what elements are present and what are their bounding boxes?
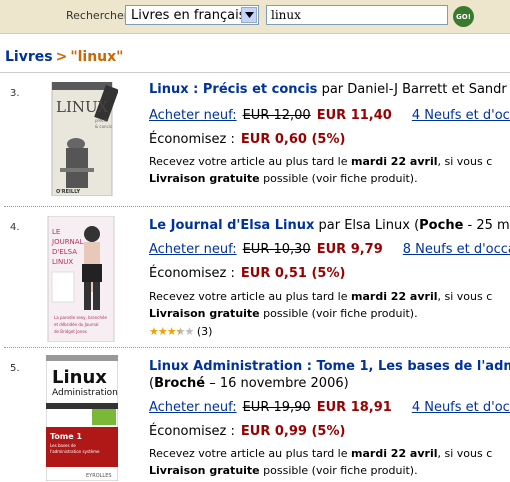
offers-link[interactable]: 8 Neufs et d'occa [403, 242, 510, 257]
svg-text:EYROLLES: EYROLLES [86, 473, 112, 479]
result-title-link[interactable]: Le Journal d'Elsa Linux [149, 218, 314, 233]
go-button[interactable]: GO! [453, 6, 474, 27]
result-number: 5. [10, 363, 20, 374]
category-select[interactable]: Livres en français [125, 5, 259, 25]
offers-link[interactable]: 4 Neufs et d'occ [412, 400, 510, 415]
book-cover-image[interactable]: Linux Administration Tome 1 Les bases de… [46, 355, 118, 481]
result-number: 3. [10, 88, 20, 99]
sale-price: EUR 11,40 [316, 108, 392, 123]
result-title-link[interactable]: Linux : Précis et concis [149, 82, 317, 97]
breadcrumb: Livres > "linux" [5, 49, 123, 65]
savings-amount: EUR 0,60 (5%) [240, 132, 346, 147]
list-price: EUR 19,90 [242, 400, 311, 415]
format-label: Broché [154, 376, 206, 391]
delivery-text-end: , si vous c [437, 155, 493, 168]
book-cover-image[interactable]: LINUX précis & concis O'REILLY [46, 82, 118, 196]
free-shipping-label: Livraison gratuite [149, 172, 260, 185]
svg-text:O'REILLY: O'REILLY [56, 189, 81, 195]
svg-text:Administration: Administration [52, 388, 118, 398]
svg-text:& concis: & concis [95, 124, 112, 129]
free-shipping-note: possible (voir fiche produit). [263, 172, 418, 185]
free-shipping-label: Livraison gratuite [149, 307, 260, 320]
list-price: EUR 10,30 [242, 242, 311, 257]
review-count[interactable]: (3) [197, 325, 213, 338]
search-label: Rechercher [66, 9, 129, 22]
sale-price: EUR 18,91 [316, 400, 392, 415]
list-price: EUR 12,00 [242, 108, 311, 123]
book-cover-image[interactable]: LE JOURNAL D'ELSA LINUX La parodie sexy,… [46, 216, 118, 342]
result-number: 4. [10, 222, 20, 233]
format-date: - 25 m [463, 218, 510, 233]
free-shipping-note: possible (voir fiche produit). [263, 464, 418, 477]
savings-label: Économisez : [149, 132, 235, 147]
breadcrumb-separator: > [55, 49, 68, 65]
svg-text:et débridée du Journal: et débridée du Journal [54, 322, 99, 327]
buy-new-link[interactable]: Acheter neuf: [149, 242, 237, 257]
free-shipping-note: possible (voir fiche produit). [263, 307, 418, 320]
svg-text:précis: précis [95, 118, 107, 123]
offers-link[interactable]: 4 Neufs et d'occ [412, 108, 510, 123]
breadcrumb-root[interactable]: Livres [5, 49, 53, 65]
delivery-text: Recevez votre article au plus tard le [149, 155, 348, 168]
delivery-text: Recevez votre article au plus tard le [149, 447, 348, 460]
search-bar: Rechercher Livres en français linux GO! [0, 0, 510, 34]
svg-text:LINUX: LINUX [56, 98, 109, 116]
result-title-link[interactable]: Linux Administration : Tome 1, Les bases… [149, 359, 510, 374]
svg-text:de Bridget Jones: de Bridget Jones [54, 329, 87, 334]
breadcrumb-current: "linux" [70, 49, 124, 65]
svg-text:Les bases de: Les bases de [50, 443, 76, 448]
search-input[interactable]: linux [266, 5, 448, 25]
svg-text:l'administration système: l'administration système [50, 449, 100, 454]
result-byline: par Daniel-J Barrett et Sandr [321, 82, 507, 97]
savings-amount: EUR 0,51 (5%) [240, 266, 346, 281]
result-divider [4, 347, 510, 348]
format-label: Poche [419, 218, 464, 233]
delivery-text-end: , si vous c [437, 447, 493, 460]
delivery-date: mardi 22 avril [351, 155, 438, 168]
result-divider [4, 206, 510, 207]
savings-label: Économisez : [149, 266, 235, 281]
svg-text:JOURNAL: JOURNAL [51, 238, 84, 246]
sale-price: EUR 9,79 [316, 242, 383, 257]
star-rating-icon: ★★★★★★ [149, 325, 194, 338]
svg-text:D'ELSA: D'ELSA [52, 248, 77, 256]
delivery-date: mardi 22 avril [351, 290, 438, 303]
chevron-down-icon[interactable] [241, 7, 257, 23]
svg-text:LINUX: LINUX [52, 258, 73, 266]
svg-text:LE: LE [52, 228, 60, 236]
delivery-text-end: , si vous c [437, 290, 493, 303]
svg-text:Tome 1: Tome 1 [50, 432, 82, 441]
breadcrumb-divider [0, 72, 510, 73]
format-date: – 16 novembre 2006) [205, 376, 349, 391]
savings-amount: EUR 0,99 (5%) [240, 424, 346, 439]
svg-text:Linux: Linux [52, 367, 107, 388]
svg-text:La parodie sexy, branchée: La parodie sexy, branchée [54, 315, 107, 320]
buy-new-link[interactable]: Acheter neuf: [149, 400, 237, 415]
delivery-date: mardi 22 avril [351, 447, 438, 460]
delivery-text: Recevez votre article au plus tard le [149, 290, 348, 303]
savings-label: Économisez : [149, 424, 235, 439]
rating[interactable]: ★★★★★★ (3) [149, 325, 212, 338]
category-select-value: Livres en français [131, 8, 246, 23]
result-byline: par Elsa Linux [318, 218, 410, 233]
buy-new-link[interactable]: Acheter neuf: [149, 108, 237, 123]
free-shipping-label: Livraison gratuite [149, 464, 260, 477]
